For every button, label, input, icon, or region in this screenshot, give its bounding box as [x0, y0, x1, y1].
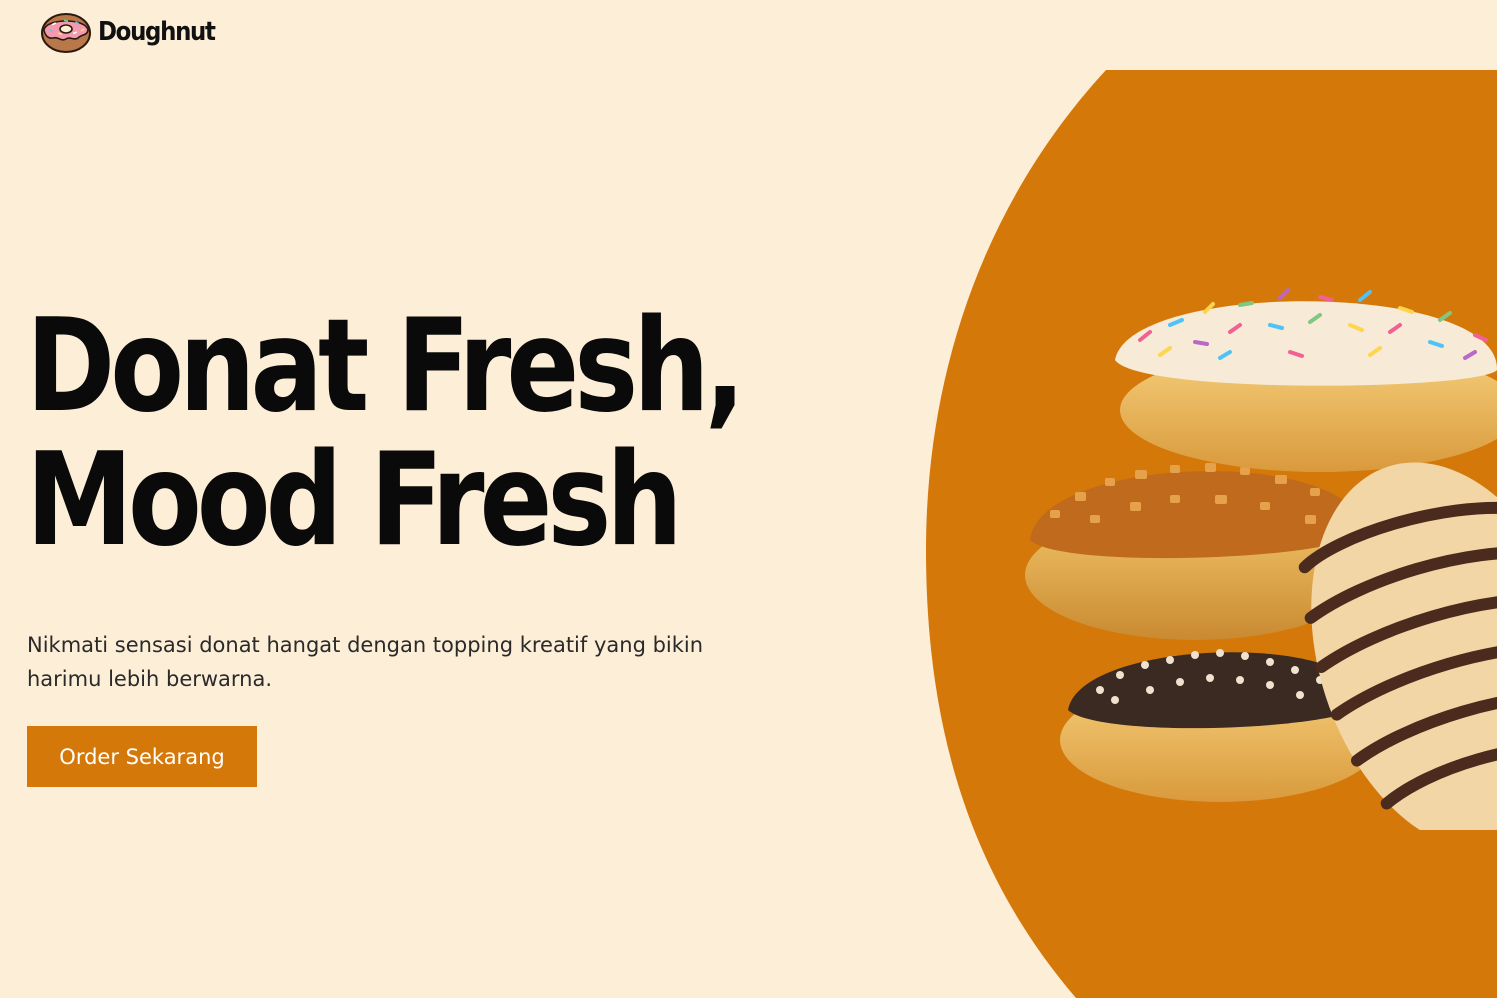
hero-headline-line-1: Donat Fresh, [26, 292, 746, 441]
donut-icon [41, 13, 91, 53]
donut-stack-image [1025, 288, 1497, 830]
landing-page: Doughnut Donat Fresh, Mood Fresh Nikmati… [0, 0, 1497, 998]
hero-description: Nikmati sensasi donat hangat dengan topp… [27, 633, 704, 691]
hero-headline: Donat Fresh, Mood Fresh [26, 300, 926, 568]
brand[interactable]: Doughnut [40, 8, 231, 54]
brand-name: Doughnut [98, 17, 216, 47]
hero-headline-line-2: Mood Fresh [26, 426, 683, 575]
order-now-button[interactable]: Order Sekarang [27, 726, 257, 787]
